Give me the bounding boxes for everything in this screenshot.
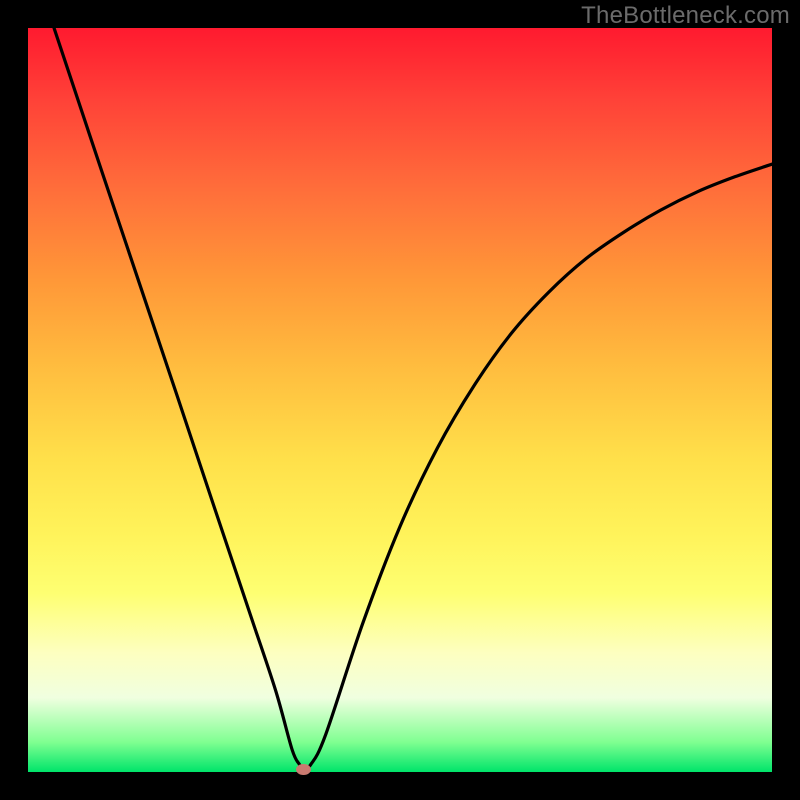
bottleneck-curve xyxy=(28,28,772,772)
chart-frame: TheBottleneck.com xyxy=(0,0,800,800)
plot-area xyxy=(28,28,772,772)
watermark-text: TheBottleneck.com xyxy=(581,2,790,30)
optimum-marker xyxy=(296,764,311,775)
